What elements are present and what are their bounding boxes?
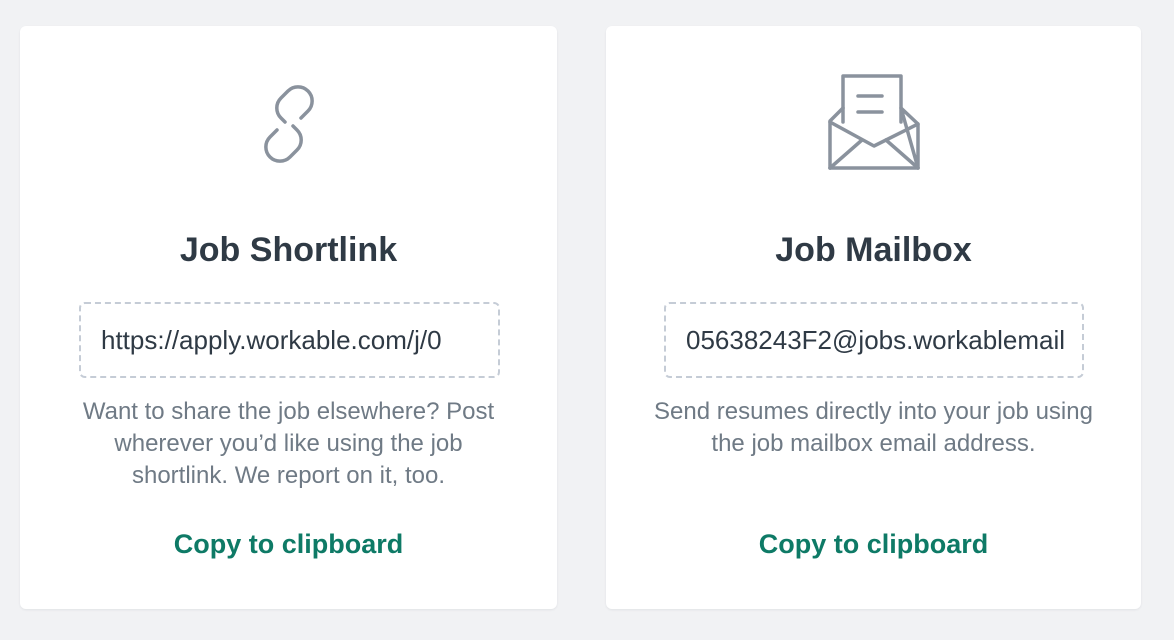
- mailbox-card: Job Mailbox Send resumes directly into y…: [606, 26, 1141, 609]
- link-icon: [239, 74, 339, 174]
- shortlink-field[interactable]: [79, 302, 500, 378]
- shortlink-title: Job Shortlink: [179, 231, 398, 269]
- mailbox-field[interactable]: [664, 302, 1084, 378]
- envelope-icon: [824, 74, 924, 174]
- copy-shortlink-button[interactable]: Copy to clipboard: [20, 526, 557, 562]
- mailbox-title: Job Mailbox: [775, 231, 972, 269]
- mailbox-description: Send resumes directly into your job usin…: [654, 398, 1093, 457]
- shortlink-card: Job Shortlink Want to share the job else…: [20, 26, 557, 609]
- copy-mailbox-button[interactable]: Copy to clipboard: [606, 526, 1141, 562]
- shortlink-description: Want to share the job elsewhere? Post wh…: [82, 398, 495, 489]
- mailbox-input[interactable]: [666, 304, 1082, 376]
- shortlink-input[interactable]: [81, 304, 498, 376]
